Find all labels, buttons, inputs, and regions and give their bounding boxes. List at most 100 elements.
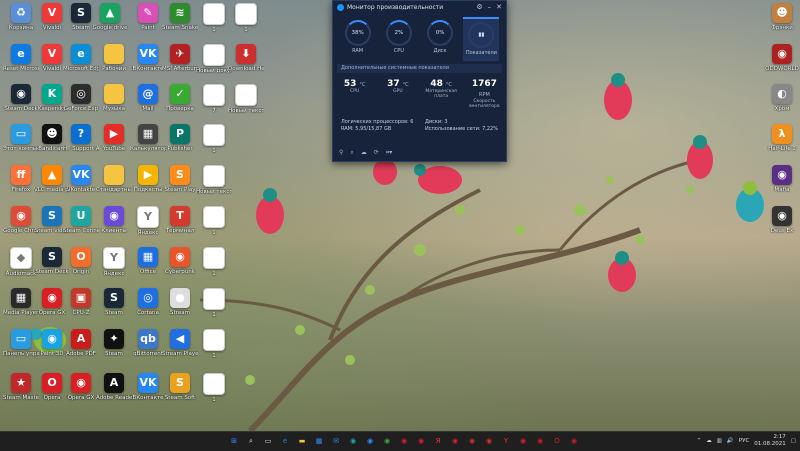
minimize-icon[interactable]: –	[488, 3, 492, 11]
desktop-icon[interactable]: ● Stream	[162, 288, 198, 332]
desktop-icon[interactable]: VK VKontakte	[63, 165, 99, 209]
taskbar-app1-icon[interactable]: ◉	[347, 435, 359, 447]
desktop-icon[interactable]: Новый документ	[196, 44, 232, 88]
desktop-icon[interactable]: P Publisher	[162, 124, 198, 168]
desktop-icon[interactable]: ◎ Cortana	[130, 288, 166, 332]
taskbar-store-icon[interactable]: ▦	[313, 435, 325, 447]
performance-monitor-titlebar[interactable]: Монитор производительности ⚙ – ✕	[333, 1, 506, 13]
tab-indicators[interactable]: ▮▮ Показатели	[463, 17, 500, 61]
search-icon[interactable]: ⌕	[350, 149, 353, 157]
desktop-icon[interactable]: O Origin	[63, 247, 99, 291]
taskbar-app7-icon[interactable]: ◉	[466, 435, 478, 447]
taskbar-app4-icon[interactable]: ◉	[398, 435, 410, 447]
desktop-icon[interactable]: ▲ Google drive	[92, 3, 128, 47]
desktop-icon[interactable]: 1	[196, 329, 232, 373]
desktop-icon[interactable]: Рабочий	[96, 44, 132, 88]
taskbar-app3-icon[interactable]: ◉	[381, 435, 393, 447]
desktop-icon[interactable]: ◐ Хром	[764, 84, 800, 128]
desktop-icon[interactable]: U Steam Connect	[63, 206, 99, 250]
desktop-icon[interactable]: 7	[196, 84, 232, 128]
desktop-icon[interactable]: 1	[196, 373, 232, 417]
desktop-icon[interactable]: ◉ Клиенты	[96, 206, 132, 250]
desktop-icon[interactable]: T Терминал	[162, 206, 198, 250]
desktop-icon[interactable]: ◉ Mafia	[764, 165, 800, 209]
taskbar-opera-icon[interactable]: O	[551, 435, 563, 447]
desktop-icon[interactable]: e Microsoft Edge	[63, 44, 99, 88]
clock[interactable]: 2:17 01.08.2021	[754, 434, 786, 448]
desktop-icon[interactable]: ◉ Deus Ex	[764, 206, 800, 250]
gauge-disk[interactable]: 0% Диск	[422, 17, 458, 61]
desktop-icon[interactable]: λ Half-Life 2	[764, 124, 800, 168]
desktop-icon[interactable]: VK ВКонтакте	[130, 373, 166, 417]
desktop-icon[interactable]: ✓ Проверка	[162, 84, 198, 128]
language-indicator[interactable]: РУС	[739, 438, 750, 444]
taskbar-search-icon[interactable]: ⌕	[245, 435, 257, 447]
taskbar-start-icon[interactable]: ⊞	[228, 435, 240, 447]
taskbar-app11-icon[interactable]: ◉	[568, 435, 580, 447]
network-icon[interactable]: ▥	[717, 438, 722, 444]
cloud-icon[interactable]: ☁	[361, 149, 367, 157]
desktop-icon[interactable]: 1	[196, 288, 232, 332]
taskbar-explorer-icon[interactable]: ▬	[296, 435, 308, 447]
rocket-icon[interactable]: ⚲	[339, 149, 343, 157]
desktop-icon[interactable]: VK ВКонтакте	[130, 44, 166, 88]
desktop-icon[interactable]: A Adobe Reader	[96, 373, 132, 417]
gauge-cpu[interactable]: 2% CPU	[381, 17, 417, 61]
desktop-icon[interactable]: ▶ YouTube	[96, 124, 132, 168]
refresh-icon[interactable]: ⟳	[374, 149, 379, 157]
desktop-icon[interactable]: S Steam	[96, 288, 132, 332]
desktop-icon[interactable]: 1	[196, 124, 232, 168]
desktop-icon[interactable]: ◀ Stream Player	[162, 329, 198, 373]
desktop-icon[interactable]: Музыка	[96, 84, 132, 128]
desktop-icon[interactable]: 1	[196, 247, 232, 291]
desktop-icon[interactable]: ▦ Калькулятор	[130, 124, 166, 168]
desktop-icon[interactable]: ⬇ Download Helper	[228, 44, 264, 88]
taskbar-yandex-browser-icon[interactable]: Y	[500, 435, 512, 447]
desktop-icon[interactable]: 1	[228, 3, 264, 47]
desktop-icon[interactable]: S Steam Soft	[162, 373, 198, 417]
desktop-icon[interactable]: A Adobe PDF	[63, 329, 99, 373]
desktop-icon[interactable]: ☻ Фрэнки	[764, 3, 800, 47]
desktop-icon[interactable]: 1	[196, 3, 232, 47]
taskbar-app8-icon[interactable]: ◉	[483, 435, 495, 447]
desktop-icon[interactable]: ◎ GeForce Exp	[63, 84, 99, 128]
taskbar-app2-icon[interactable]: ◉	[364, 435, 376, 447]
performance-monitor-window[interactable]: Монитор производительности ⚙ – ✕ 38% RAM…	[332, 0, 507, 162]
desktop-icon[interactable]: ▣ CPU-Z	[63, 288, 99, 332]
desktop-icon[interactable]: qb qBittorrent	[130, 329, 166, 373]
desktop-icon[interactable]: Y Яндекс	[130, 206, 166, 250]
desktop-icon[interactable]: ▶ Подкасты	[130, 165, 166, 209]
desktop-icon[interactable]: ◉ ODDWORLD	[764, 44, 800, 88]
taskbar-task-view-icon[interactable]: ▭	[262, 435, 274, 447]
taskbar-mail-icon[interactable]: ✉	[330, 435, 342, 447]
desktop-icon[interactable]: ◉ Cyberpunk	[162, 247, 198, 291]
desktop-icon[interactable]: ✎ Paint	[130, 3, 166, 47]
desktop-icon[interactable]: Y Яндекс	[96, 247, 132, 291]
desktop-icon[interactable]: @ Mail	[130, 84, 166, 128]
taskbar-yandex-icon[interactable]: Я	[432, 435, 444, 447]
desktop-icon[interactable]: 1	[196, 206, 232, 250]
taskbar-app5-icon[interactable]: ◉	[415, 435, 427, 447]
desktop-icon[interactable]: ≋ Steam Snake	[162, 3, 198, 47]
notifications-icon[interactable]: ▢	[791, 438, 796, 444]
desktop-icon[interactable]: Новый текстовый	[196, 165, 232, 209]
taskbar-app6-icon[interactable]: ◉	[449, 435, 461, 447]
chevron-up-icon[interactable]: ⌃	[697, 438, 702, 444]
desktop-icon[interactable]: ✦ Steam	[96, 329, 132, 373]
cloud-icon[interactable]: ☁	[706, 438, 712, 444]
desktop-icon[interactable]: ◉ Opera GX	[63, 373, 99, 417]
taskbar-app9-icon[interactable]: ◉	[517, 435, 529, 447]
taskbar-edge-icon[interactable]: e	[279, 435, 291, 447]
desktop-icon[interactable]: ▦ Office	[130, 247, 166, 291]
desktop-icon[interactable]: Новый текстовый	[228, 84, 264, 128]
volume-icon[interactable]: 🔊	[727, 438, 734, 444]
desktop-icon[interactable]: S Steam Play	[162, 165, 198, 209]
desktop-icon[interactable]: Стандартные	[96, 165, 132, 209]
settings-icon[interactable]: ⚙	[476, 3, 482, 11]
crop-icon[interactable]: ⌗▾	[386, 149, 392, 157]
desktop-icon[interactable]: ✈ MSI Afterburner	[162, 44, 198, 88]
taskbar-app10-icon[interactable]: ◉	[534, 435, 546, 447]
close-icon[interactable]: ✕	[496, 3, 502, 11]
gauge-ram[interactable]: 38% RAM	[340, 17, 376, 61]
desktop-icon[interactable]: ? HP Support Assistant	[63, 124, 99, 168]
